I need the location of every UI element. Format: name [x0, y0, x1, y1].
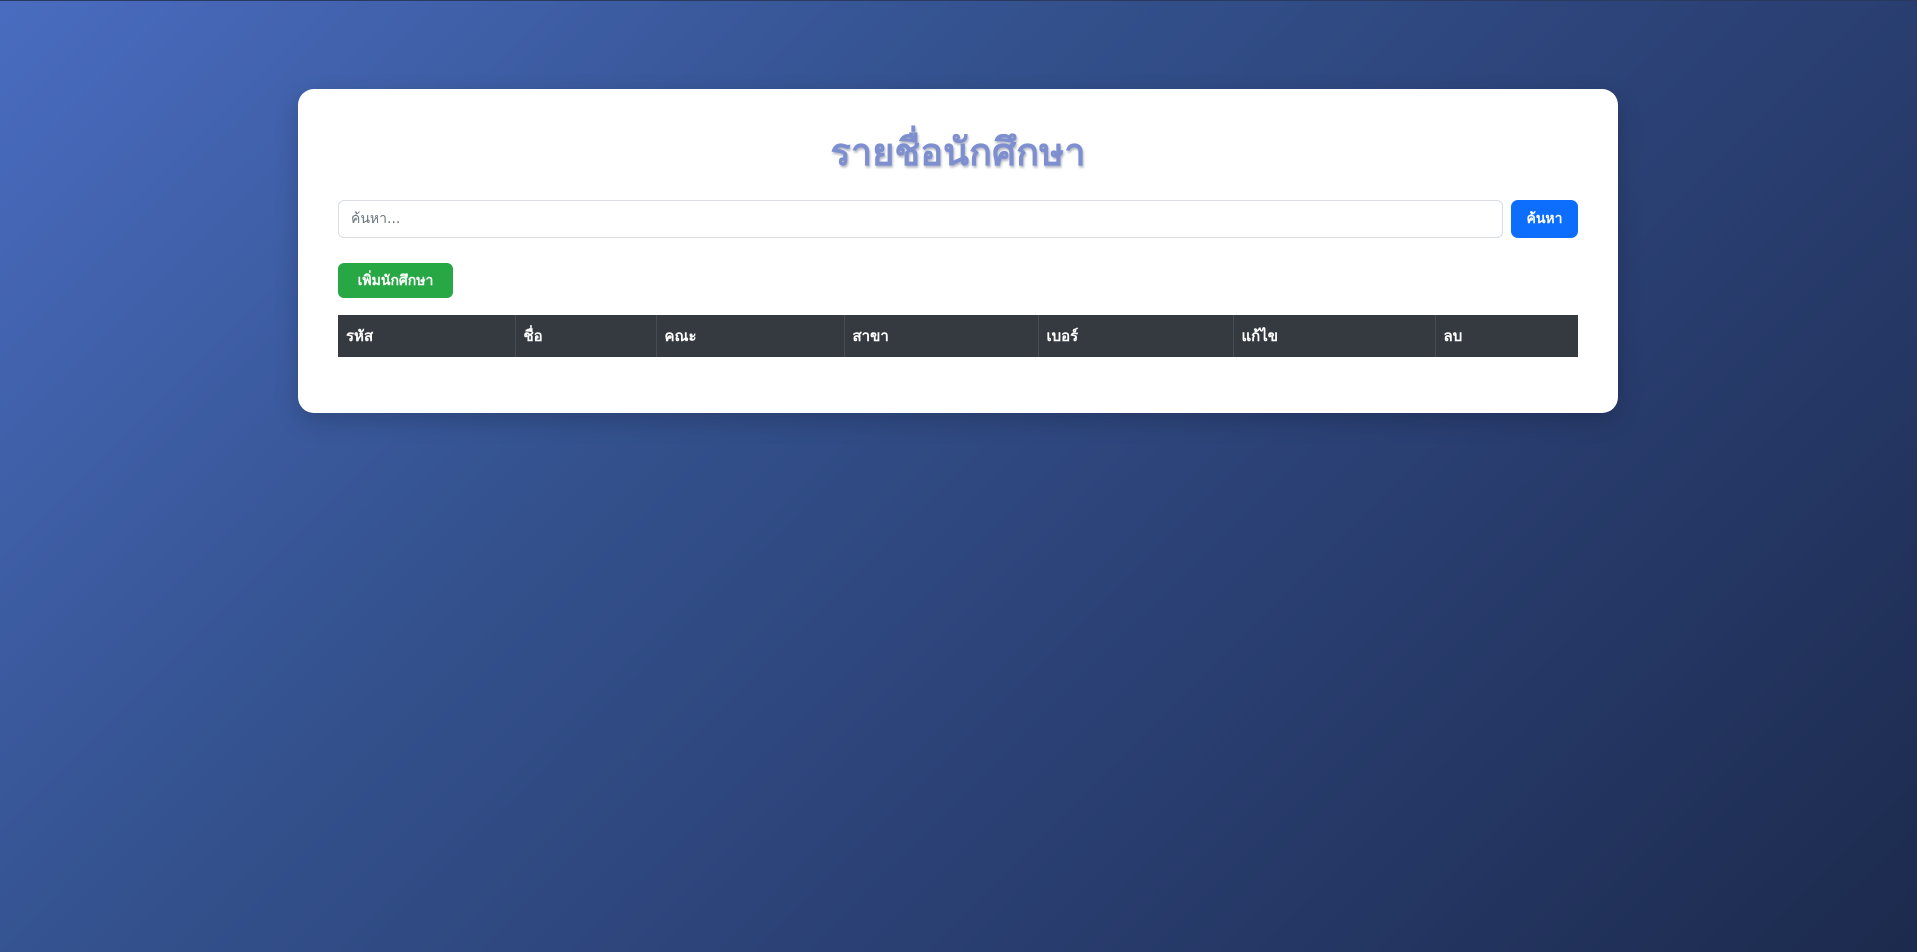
column-header-delete: ลบ	[1435, 315, 1578, 357]
column-header-major: สาขา	[844, 315, 1039, 357]
search-button[interactable]: ค้นหา	[1511, 200, 1578, 238]
add-student-button[interactable]: เพิ่มนักศึกษา	[338, 263, 453, 298]
table-header-row: รหัส ชื่อ คณะ สาขา เบอร์ แก้ไข ลบ	[338, 315, 1578, 357]
search-input[interactable]	[338, 200, 1503, 238]
students-table: รหัส ชื่อ คณะ สาขา เบอร์ แก้ไข ลบ	[338, 315, 1578, 357]
column-header-phone: เบอร์	[1038, 315, 1234, 357]
student-list-card: รายชื่อนักศึกษา ค้นหา เพิ่มนักศึกษา รหัส…	[298, 89, 1618, 413]
table-header: รหัส ชื่อ คณะ สาขา เบอร์ แก้ไข ลบ	[338, 315, 1578, 357]
page-title: รายชื่อนักศึกษา	[830, 130, 1086, 174]
window-top-border	[0, 0, 1917, 1]
column-header-name: ชื่อ	[515, 315, 657, 357]
column-header-edit: แก้ไข	[1233, 315, 1436, 357]
column-header-id: รหัส	[338, 315, 516, 357]
column-header-faculty: คณะ	[656, 315, 845, 357]
